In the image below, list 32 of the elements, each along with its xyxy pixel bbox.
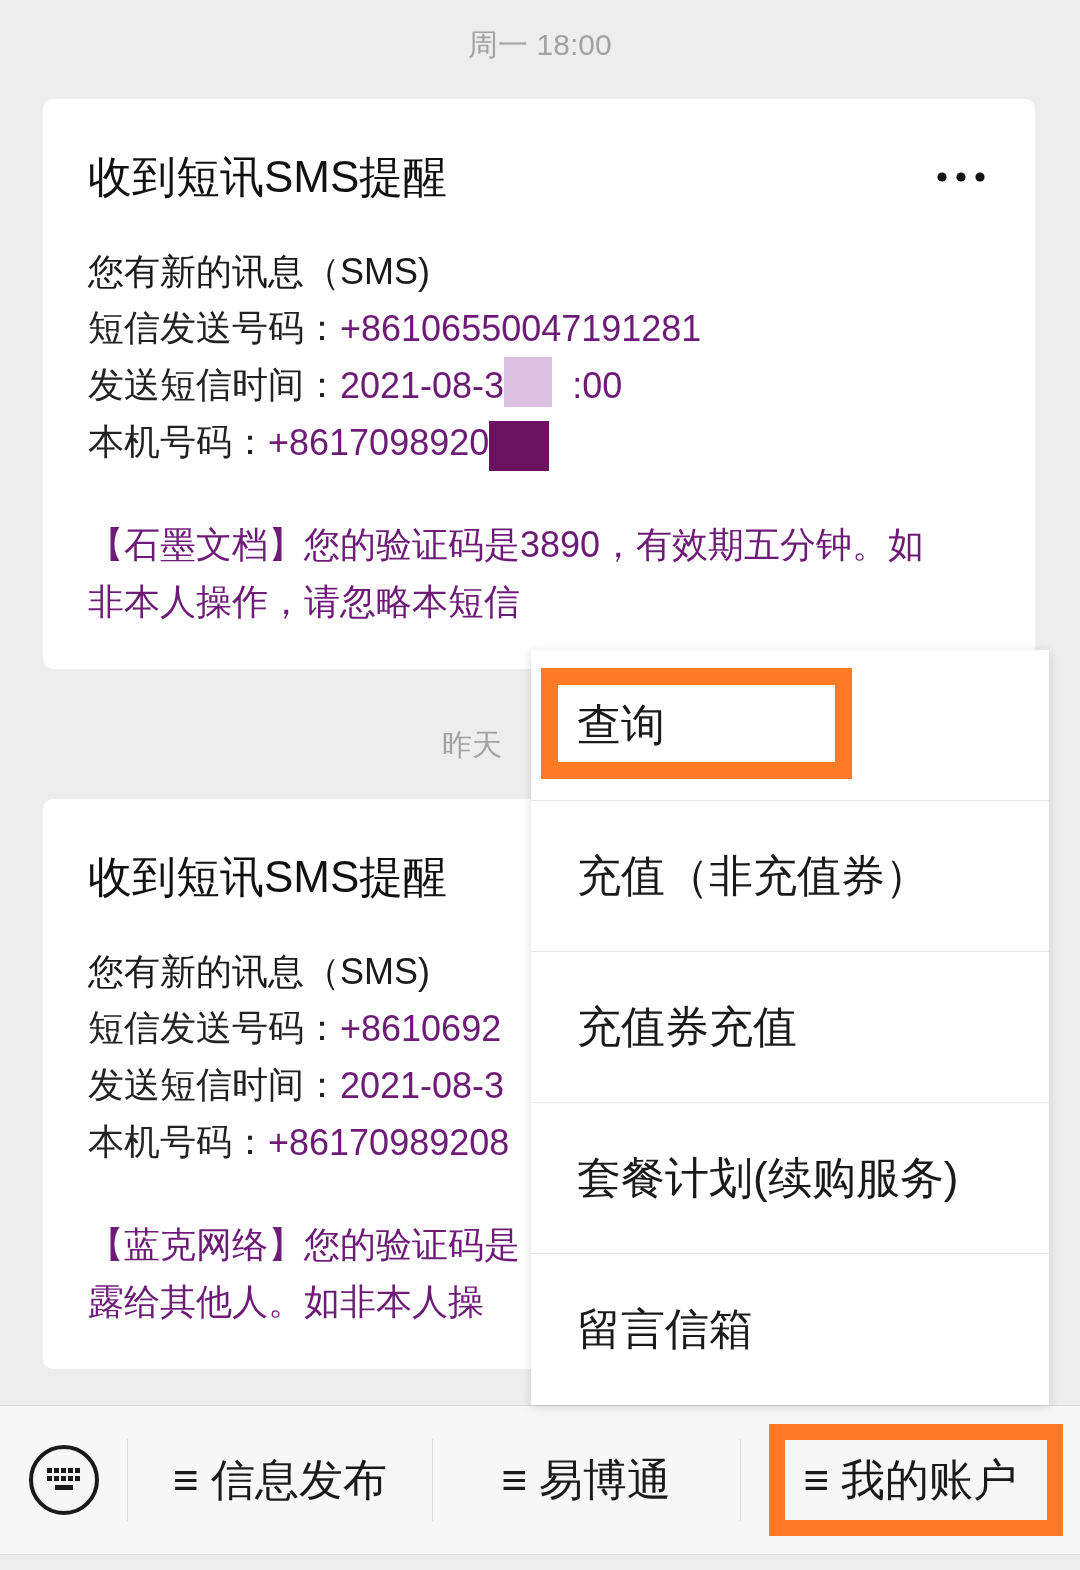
- field-label: 发送短信时间：: [88, 1063, 340, 1107]
- menu-item[interactable]: 充值券充值: [531, 952, 1049, 1103]
- message-heading: 您有新的讯息（SMS): [88, 950, 430, 994]
- field-label: 发送短信时间：: [88, 363, 340, 407]
- field-value: +8617098920: [268, 421, 490, 464]
- field-value: 2021-08-3: [340, 364, 505, 407]
- card-title: 收到短讯SMS提醒: [88, 151, 448, 203]
- field-label: 本机号码：: [88, 420, 268, 464]
- field-value: +8610692: [340, 1007, 502, 1050]
- menu-item[interactable]: 查询: [531, 650, 1049, 801]
- menu-tab[interactable]: ≡ 信息发布: [128, 1406, 432, 1554]
- timestamp: 昨天: [442, 727, 502, 763]
- timestamp: 周一 18:00: [468, 27, 612, 63]
- message-text: 露给其他人。如非本人操: [88, 1280, 484, 1324]
- message-text: 【石墨文档】您的验证码是3890，有效期五分钟。如非本人操作，请忽略本短信: [88, 523, 926, 624]
- more-icon[interactable]: [937, 172, 985, 182]
- message-heading: 您有新的讯息（SMS): [88, 250, 430, 294]
- field-value: 2021-08-3: [340, 1064, 505, 1107]
- field-label: 本机号码：: [88, 1120, 268, 1164]
- message-text: 【蓝克网络】您的验证码是: [88, 1223, 520, 1267]
- menu-tab[interactable]: ≡ 易博通: [433, 1406, 740, 1554]
- field-label: 短信发送号码：: [88, 1006, 340, 1050]
- keyboard-icon[interactable]: [27, 1444, 100, 1516]
- field-value: :00: [572, 364, 623, 407]
- card-title: 收到短讯SMS提醒: [88, 851, 448, 903]
- menu-item[interactable]: 留言信箱: [531, 1254, 1049, 1405]
- field-value: +86170989208: [268, 1121, 510, 1164]
- menu-tab[interactable]: ≡ 我的账户: [741, 1406, 1080, 1554]
- field-label: 短信发送号码：: [88, 306, 340, 350]
- field-value: +86106550047191281: [340, 307, 702, 350]
- menu-item[interactable]: 充值（非充值券）: [531, 801, 1049, 952]
- menu-item[interactable]: 套餐计划(续购服务): [531, 1103, 1049, 1254]
